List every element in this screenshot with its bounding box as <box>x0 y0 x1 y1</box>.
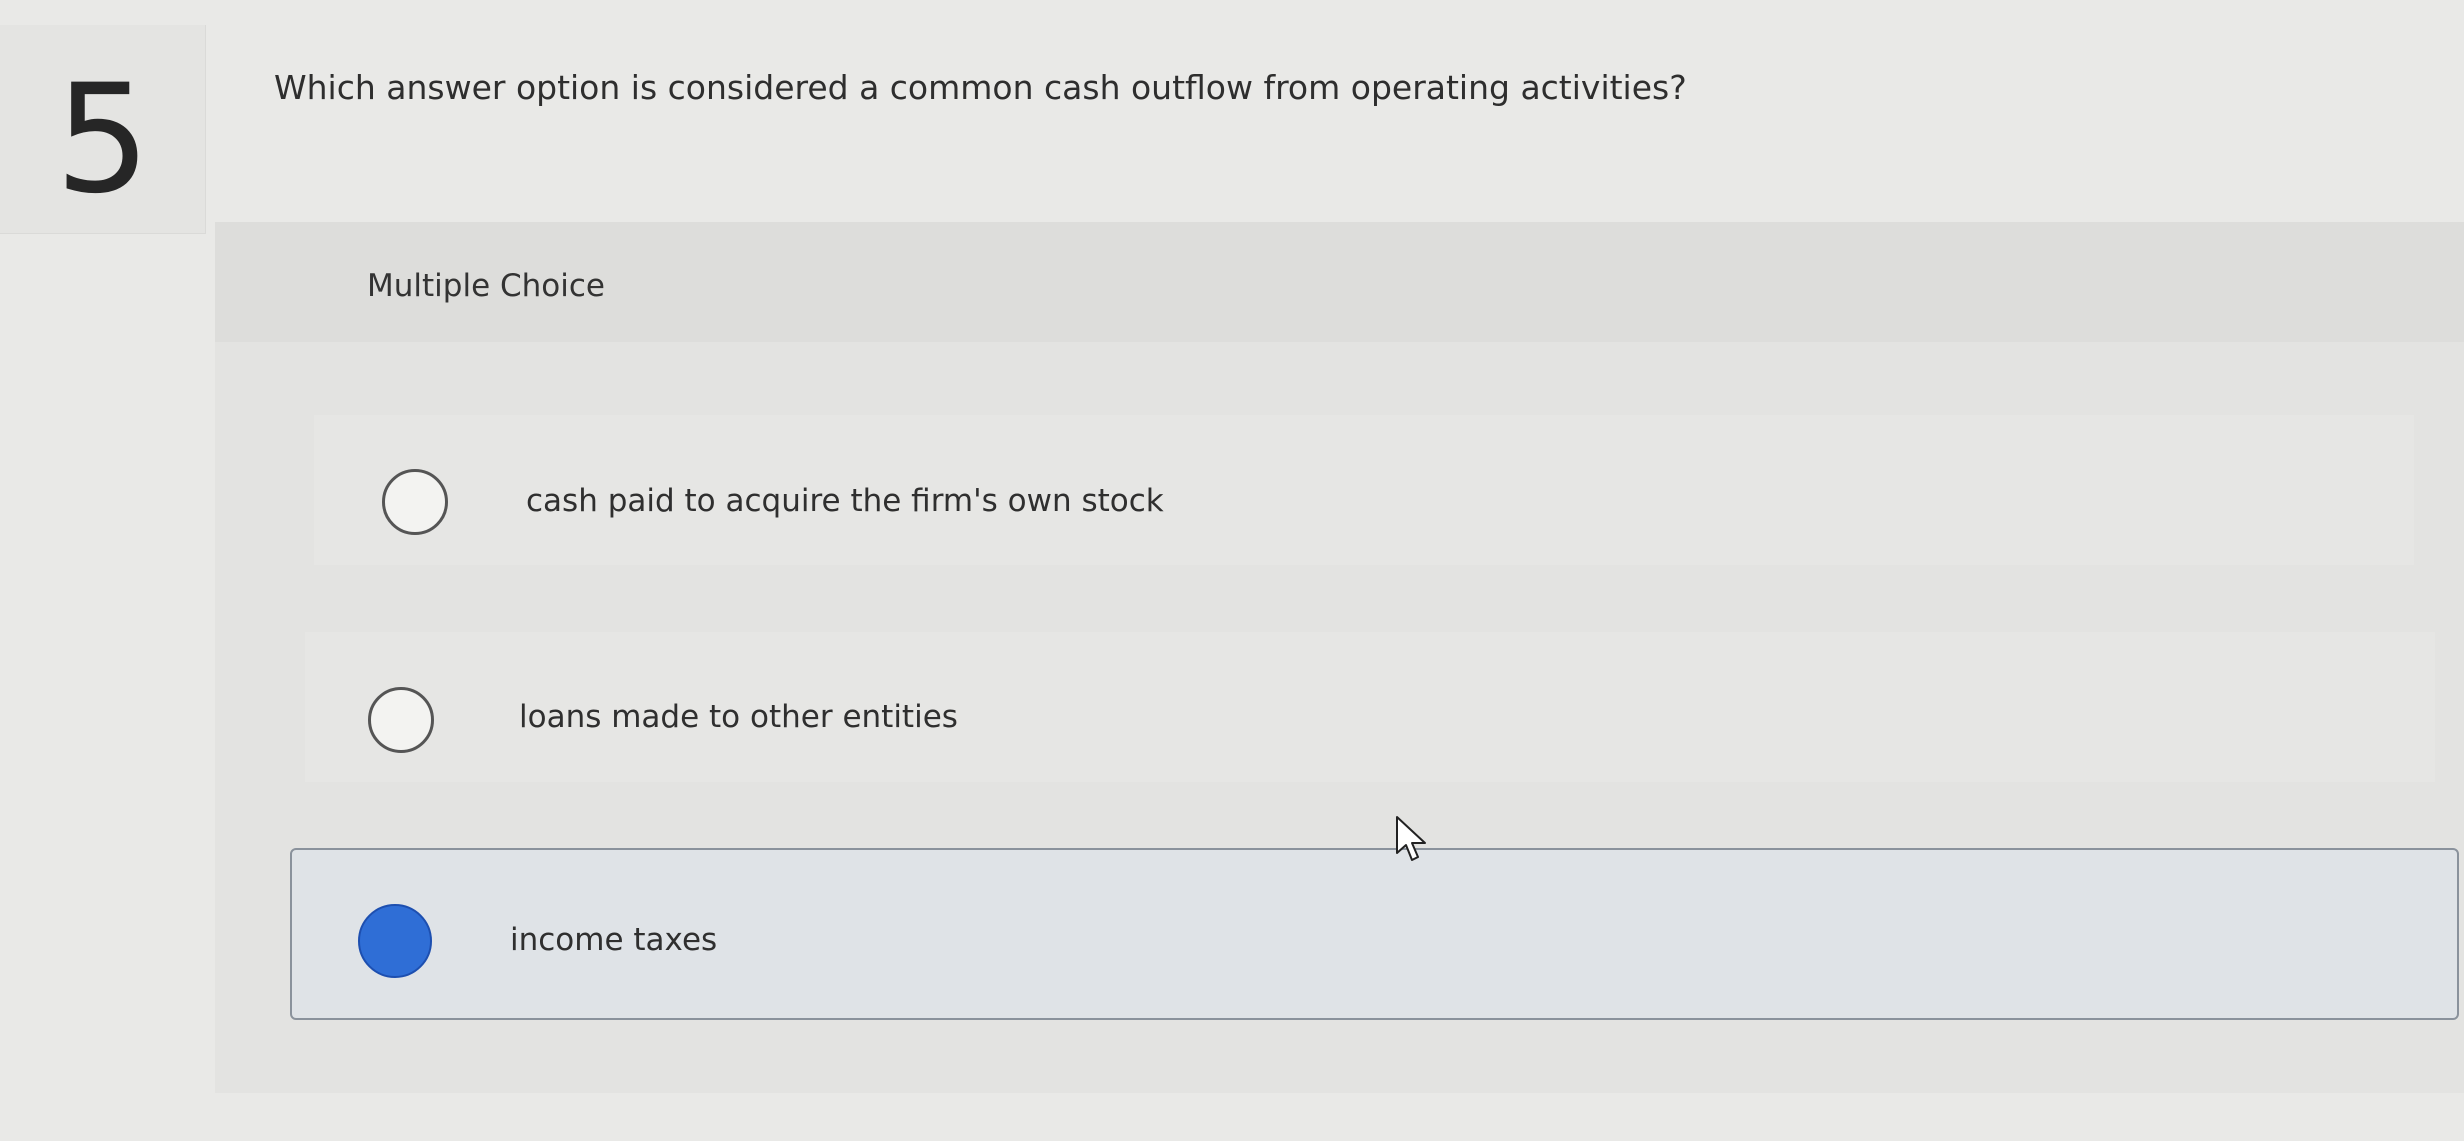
multiple-choice-label: Multiple Choice <box>367 268 605 304</box>
answer-option-label: loans made to other entities <box>519 699 958 735</box>
radio-checked-icon[interactable] <box>358 904 432 978</box>
answer-option-label: income taxes <box>510 922 718 958</box>
question-number-box: 5 <box>0 25 206 234</box>
question-text: Which answer option is considered a comm… <box>274 68 1687 107</box>
answer-option-3-selected[interactable]: income taxes <box>290 848 2459 1020</box>
radio-unchecked-icon[interactable] <box>382 469 448 535</box>
mouse-pointer-icon <box>1396 816 1426 861</box>
question-number: 5 <box>55 53 151 227</box>
answer-option-label: cash paid to acquire the firm's own stoc… <box>526 483 1164 519</box>
radio-unchecked-icon[interactable] <box>368 687 434 753</box>
answer-option-2[interactable]: loans made to other entities <box>305 632 2435 782</box>
answer-option-1[interactable]: cash paid to acquire the firm's own stoc… <box>314 415 2414 565</box>
